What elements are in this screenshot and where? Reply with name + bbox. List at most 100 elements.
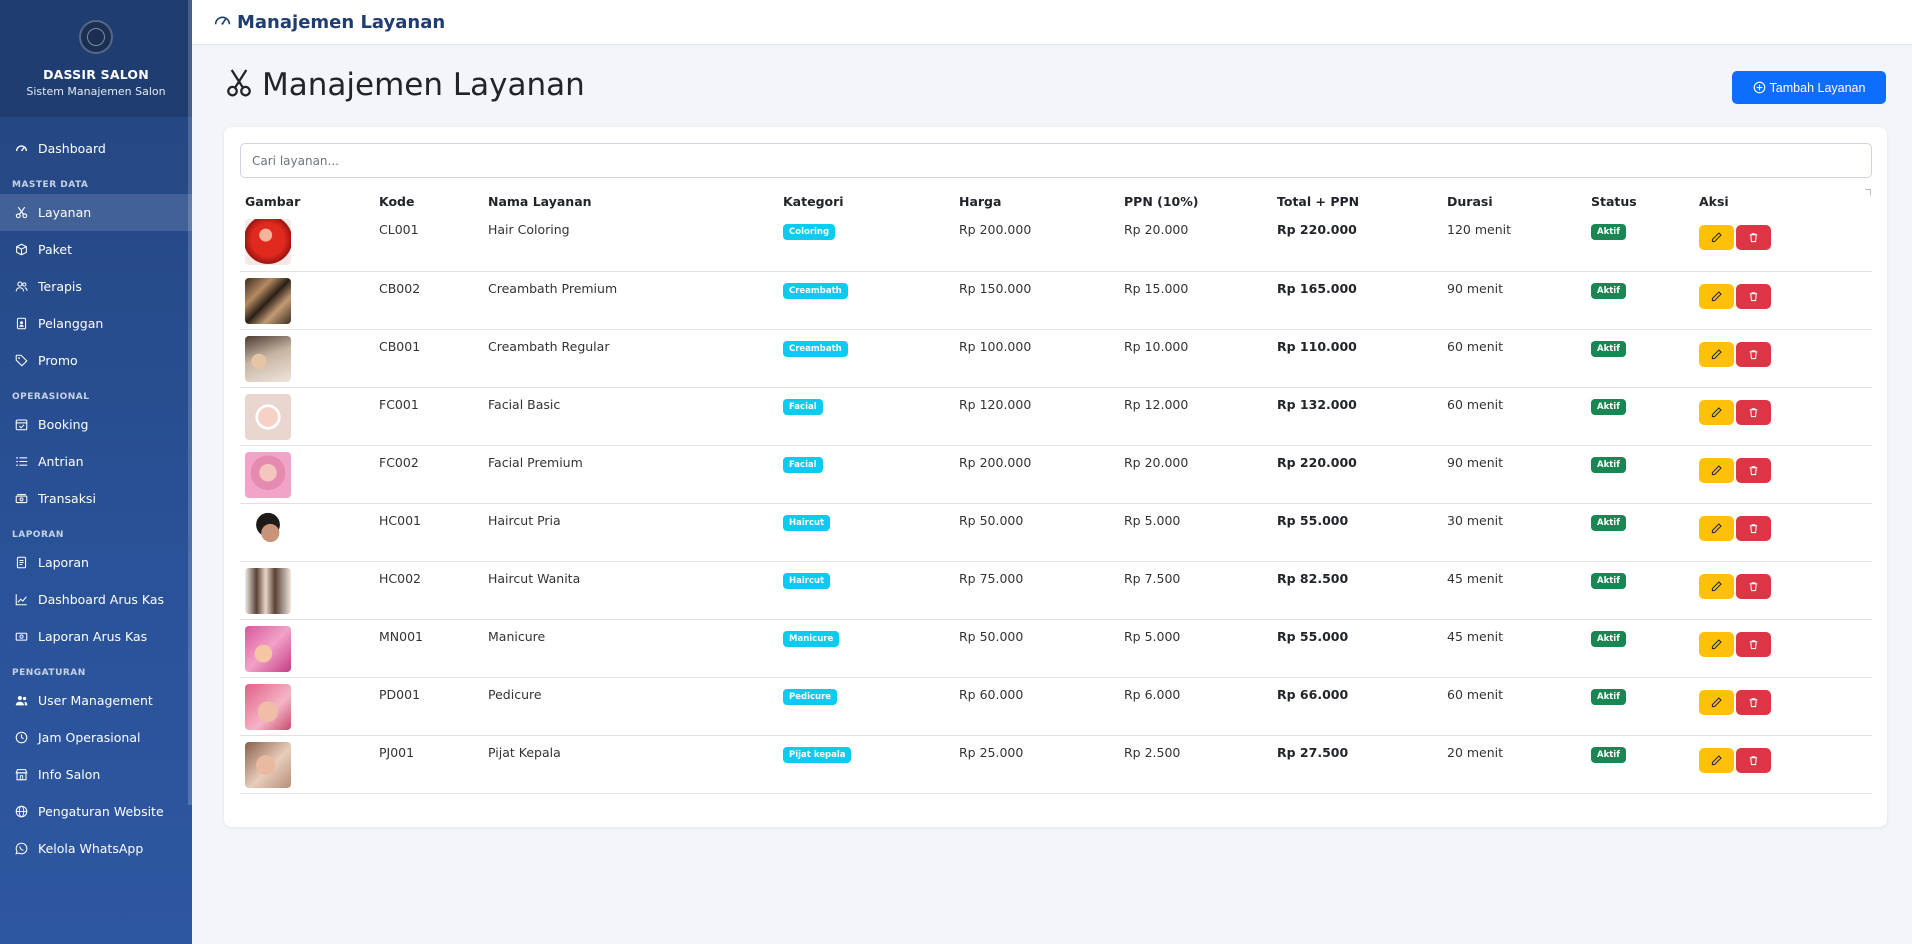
category-badge: Haircut bbox=[783, 572, 831, 589]
cell-durasi: 20 menit bbox=[1442, 735, 1586, 794]
service-thumbnail bbox=[245, 625, 291, 672]
shop-icon bbox=[14, 768, 28, 782]
cell-nama: Creambath Regular bbox=[483, 329, 778, 388]
trash-icon bbox=[1749, 233, 1758, 243]
cash-icon bbox=[14, 630, 28, 644]
sidebar-item-label: Pengaturan Website bbox=[38, 804, 164, 819]
plus-circle-icon bbox=[1753, 81, 1766, 94]
sidebar-item-promo[interactable]: Promo bbox=[0, 342, 192, 379]
trash-icon bbox=[1749, 407, 1758, 417]
cash-stack-icon bbox=[14, 492, 28, 506]
cell-total: Rp 82.500 bbox=[1272, 561, 1442, 620]
cell-total: Rp 55.000 bbox=[1272, 503, 1442, 562]
cell-ppn: Rp 20.000 bbox=[1119, 213, 1272, 272]
delete-button[interactable] bbox=[1736, 515, 1771, 541]
delete-button[interactable] bbox=[1736, 747, 1771, 773]
sidebar-item-paket[interactable]: Paket bbox=[0, 231, 192, 268]
sidebar-item-label: Info Salon bbox=[38, 767, 101, 782]
cell-ppn: Rp 5.000 bbox=[1119, 619, 1272, 678]
sidebar-item-dashboard[interactable]: Dashboard bbox=[0, 130, 192, 167]
cell-ppn: Rp 15.000 bbox=[1119, 271, 1272, 330]
sidebar-item-kelola-whatsapp[interactable]: Kelola WhatsApp bbox=[0, 830, 192, 867]
cell-total: Rp 110.000 bbox=[1272, 329, 1442, 388]
delete-button[interactable] bbox=[1736, 631, 1771, 657]
trash-icon bbox=[1749, 349, 1758, 359]
scissors-icon bbox=[226, 68, 252, 102]
pencil-icon bbox=[1711, 696, 1722, 707]
sidebar-item-transaksi[interactable]: Transaksi bbox=[0, 480, 192, 517]
cell-harga: Rp 200.000 bbox=[954, 445, 1119, 504]
edit-button[interactable] bbox=[1699, 747, 1734, 773]
cell-durasi: 45 menit bbox=[1442, 561, 1586, 620]
cell-ppn: Rp 20.000 bbox=[1119, 445, 1272, 504]
sidebar-item-antrian[interactable]: Antrian bbox=[0, 443, 192, 480]
delete-button[interactable] bbox=[1736, 689, 1771, 715]
sidebar-item-laporan[interactable]: Laporan bbox=[0, 544, 192, 581]
cell-harga: Rp 200.000 bbox=[954, 213, 1119, 272]
cell-kode: PJ001 bbox=[374, 735, 483, 794]
service-thumbnail bbox=[245, 393, 291, 440]
trash-icon bbox=[1749, 581, 1758, 591]
edit-button[interactable] bbox=[1699, 515, 1734, 541]
service-thumbnail bbox=[245, 219, 291, 265]
person-badge-icon bbox=[14, 317, 28, 331]
cell-gambar bbox=[240, 387, 374, 446]
edit-button[interactable] bbox=[1699, 573, 1734, 599]
edit-button[interactable] bbox=[1699, 689, 1734, 715]
cell-aksi bbox=[1694, 271, 1872, 330]
table-row: CB001 Creambath Regular Creambath Rp 100.00… bbox=[240, 329, 1872, 388]
services-table: Gambar Kode Nama Layanan Kategori Harga … bbox=[240, 189, 1872, 794]
cell-aksi bbox=[1694, 213, 1872, 272]
sidebar-item-pengaturan-website[interactable]: Pengaturan Website bbox=[0, 793, 192, 830]
cell-harga: Rp 100.000 bbox=[954, 329, 1119, 388]
delete-button[interactable] bbox=[1736, 573, 1771, 599]
sidebar-item-laporan-arus-kas[interactable]: Laporan Arus Kas bbox=[0, 618, 192, 655]
delete-button[interactable] bbox=[1736, 399, 1771, 425]
service-thumbnail bbox=[245, 509, 291, 556]
delete-button[interactable] bbox=[1736, 283, 1771, 309]
edit-button[interactable] bbox=[1699, 341, 1734, 367]
table-row: CL001 Hair Coloring Coloring Rp 200.000 Rp 2… bbox=[240, 213, 1872, 272]
sidebar-item-booking[interactable]: Booking bbox=[0, 406, 192, 443]
sidebar-item-jam-operasional[interactable]: Jam Operasional bbox=[0, 719, 192, 756]
edit-button[interactable] bbox=[1699, 283, 1734, 309]
edit-button[interactable] bbox=[1699, 225, 1734, 250]
table-row: MN001 Manicure Manicure Rp 50.000 Rp 5.000 Rp… bbox=[240, 619, 1872, 678]
cell-kategori: Haircut bbox=[778, 503, 954, 562]
cell-harga: Rp 50.000 bbox=[954, 503, 1119, 562]
edit-button[interactable] bbox=[1699, 631, 1734, 657]
page-title: Manajemen Layanan bbox=[262, 67, 585, 103]
cell-status: Aktif bbox=[1586, 619, 1694, 678]
delete-button[interactable] bbox=[1736, 225, 1771, 250]
sidebar-item-pelanggan[interactable]: Pelanggan bbox=[0, 305, 192, 342]
sidebar-item-label: Antrian bbox=[38, 454, 84, 469]
cell-total: Rp 220.000 bbox=[1272, 445, 1442, 504]
cell-nama: Creambath Premium bbox=[483, 271, 778, 330]
sidebar-item-dashboard-arus-kas[interactable]: Dashboard Arus Kas bbox=[0, 581, 192, 618]
cell-status: Aktif bbox=[1586, 271, 1694, 330]
cell-durasi: 30 menit bbox=[1442, 503, 1586, 562]
sidebar-item-label: Terapis bbox=[38, 279, 82, 294]
cell-kode: HC001 bbox=[374, 503, 483, 562]
delete-button[interactable] bbox=[1736, 341, 1771, 367]
sidebar-item-info-salon[interactable]: Info Salon bbox=[0, 756, 192, 793]
sidebar-item-user-management[interactable]: User Management bbox=[0, 682, 192, 719]
cell-aksi bbox=[1694, 387, 1872, 446]
search-input[interactable] bbox=[240, 143, 1872, 178]
table-row: HC001 Haircut Pria Haircut Rp 50.000 Rp 5.00… bbox=[240, 503, 1872, 562]
tag-icon bbox=[14, 354, 28, 368]
sidebar-item-layanan[interactable]: Layanan bbox=[0, 194, 192, 231]
cell-status: Aktif bbox=[1586, 677, 1694, 736]
pencil-icon bbox=[1711, 522, 1722, 533]
edit-button[interactable] bbox=[1699, 457, 1734, 483]
edit-button[interactable] bbox=[1699, 399, 1734, 425]
category-badge: Manicure bbox=[783, 630, 840, 647]
add-service-button[interactable]: Tambah Layanan bbox=[1732, 71, 1886, 104]
category-badge: Creambath bbox=[783, 282, 848, 299]
trash-icon bbox=[1749, 639, 1758, 649]
cell-gambar bbox=[240, 619, 374, 678]
delete-button[interactable] bbox=[1736, 457, 1771, 483]
cell-durasi: 60 menit bbox=[1442, 677, 1586, 736]
status-badge: Aktif bbox=[1591, 514, 1626, 531]
sidebar-item-terapis[interactable]: Terapis bbox=[0, 268, 192, 305]
